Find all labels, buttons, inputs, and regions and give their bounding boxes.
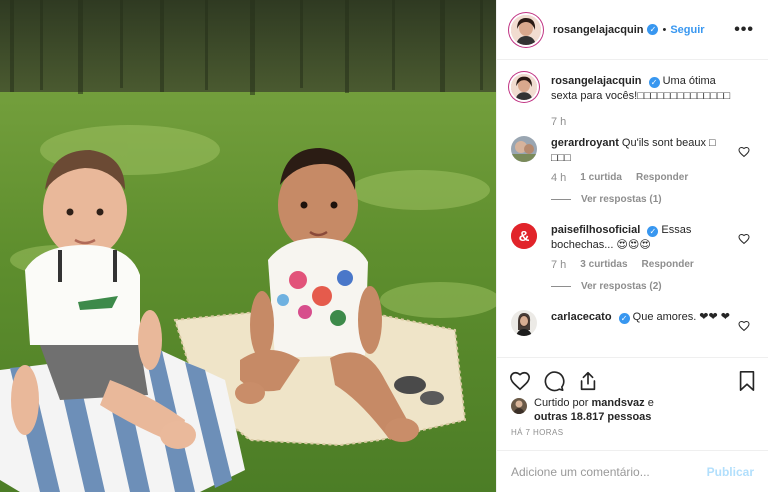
instagram-post: rosangelajacquin ✓ • Seguir ••• rosangel… — [0, 0, 768, 492]
svg-text:&: & — [519, 228, 530, 245]
likes-summary: Curtido por mandsvaz e outras 18.817 pes… — [497, 396, 768, 424]
verified-badge-icon: ✓ — [647, 226, 659, 237]
comment-likes[interactable]: 1 curtida — [580, 172, 622, 184]
caption-author-avatar[interactable] — [511, 74, 537, 100]
caption-time[interactable]: 7 h — [551, 116, 566, 128]
view-replies-label: Ver respostas (1) — [581, 194, 662, 205]
like-comment-heart-icon[interactable] — [738, 233, 750, 245]
author-username[interactable]: rosangelajacquin — [553, 24, 643, 36]
commenter-avatar[interactable] — [511, 136, 537, 162]
commenter-avatar[interactable]: & — [511, 223, 537, 249]
post-photo-illustration — [0, 0, 496, 492]
caption-author-avatar-image — [511, 74, 537, 100]
likes-text: Curtido por mandsvaz e outras 18.817 pes… — [534, 396, 654, 424]
author-avatar-image — [511, 14, 541, 45]
commenter-avatar-image — [511, 310, 537, 336]
comment: carlacecato ✓ Que amores. ❤❤ ❤ — [511, 310, 754, 336]
comment-likes[interactable]: 3 curtidas — [580, 259, 627, 271]
comment: gerardroyant Qu'ils sont beaux □ □□□ — [511, 136, 754, 166]
view-replies-label: Ver respostas (2) — [581, 281, 662, 292]
view-replies-button[interactable]: Ver respostas (2) — [551, 281, 754, 292]
add-comment-bar: Publicar — [497, 450, 768, 492]
publish-button[interactable]: Publicar — [707, 465, 754, 479]
ampersand-logo-icon: & — [511, 223, 537, 249]
caption-username[interactable]: rosangelajacquin — [551, 75, 641, 87]
comment-text-block: paisefilhosoficial ✓ Essas bochechas... … — [551, 223, 737, 253]
share-icon[interactable] — [577, 370, 599, 392]
comment-text-block: carlacecato ✓ Que amores. ❤❤ ❤ — [551, 310, 737, 336]
comment-time[interactable]: 4 h — [551, 172, 566, 184]
likes-others[interactable]: outras 18.817 pessoas — [534, 411, 651, 423]
comment-username[interactable]: gerardroyant — [551, 137, 619, 149]
follow-button[interactable]: Seguir — [670, 24, 704, 36]
caption-text-block: rosangelajacquin ✓ Uma ótima sexta para … — [551, 74, 737, 104]
author-avatar[interactable] — [511, 14, 541, 45]
comment: & paisefilhosoficial ✓ Essas bochechas..… — [511, 223, 754, 253]
liker-avatar[interactable] — [511, 398, 527, 414]
comment-username[interactable]: carlacecato — [551, 311, 612, 323]
comment-time[interactable]: 7 h — [551, 259, 566, 271]
post-header: rosangelajacquin ✓ • Seguir ••• — [497, 0, 768, 60]
post-side-panel: rosangelajacquin ✓ • Seguir ••• rosangel… — [496, 0, 768, 492]
caption-glyphs: □□□□□□□□□□□□□□ — [637, 90, 731, 102]
like-comment-heart-icon[interactable] — [738, 320, 750, 332]
more-options-icon[interactable]: ••• — [734, 21, 754, 39]
post-photo[interactable] — [0, 0, 496, 492]
commenter-avatar[interactable] — [511, 310, 537, 336]
verified-badge-icon: ✓ — [618, 313, 630, 324]
separator-dot: • — [662, 23, 667, 36]
comment-input[interactable] — [511, 464, 707, 479]
bookmark-icon[interactable] — [736, 370, 758, 392]
verified-badge-icon: ✓ — [648, 77, 660, 88]
action-icons-row — [497, 358, 768, 396]
post-timestamp[interactable]: HÁ 7 HORAS — [497, 428, 768, 437]
reply-button[interactable]: Responder — [642, 259, 694, 271]
replies-line — [551, 199, 571, 200]
likes-user[interactable]: mandsvaz — [591, 397, 644, 409]
comments-list[interactable]: rosangelajacquin ✓ Uma ótima sexta para … — [497, 60, 768, 357]
reply-button[interactable]: Responder — [636, 172, 688, 184]
replies-line — [551, 286, 571, 287]
commenter-avatar-image — [511, 136, 537, 162]
likes-prefix: Curtido por — [534, 397, 589, 409]
likes-middle: e — [647, 397, 654, 409]
like-comment-heart-icon[interactable] — [738, 146, 750, 158]
comment-meta: 4 h 1 curtida Responder — [551, 172, 754, 184]
comment-text: Que amores. ❤❤ ❤ — [632, 311, 731, 323]
verified-badge-icon: ✓ — [647, 24, 659, 35]
comment-meta: 7 h 3 curtidas Responder — [551, 259, 754, 271]
liker-avatar-image — [511, 398, 527, 414]
view-replies-button[interactable]: Ver respostas (1) — [551, 194, 754, 205]
post-actions: Curtido por mandsvaz e outras 18.817 pes… — [497, 357, 768, 492]
comment-username[interactable]: paisefilhosoficial — [551, 224, 640, 236]
comment-icon[interactable] — [543, 370, 565, 392]
caption-meta: 7 h — [551, 116, 754, 128]
comment-text-block: gerardroyant Qu'ils sont beaux □ □□□ — [551, 136, 737, 166]
caption: rosangelajacquin ✓ Uma ótima sexta para … — [511, 74, 754, 104]
heart-icon[interactable] — [509, 370, 531, 392]
